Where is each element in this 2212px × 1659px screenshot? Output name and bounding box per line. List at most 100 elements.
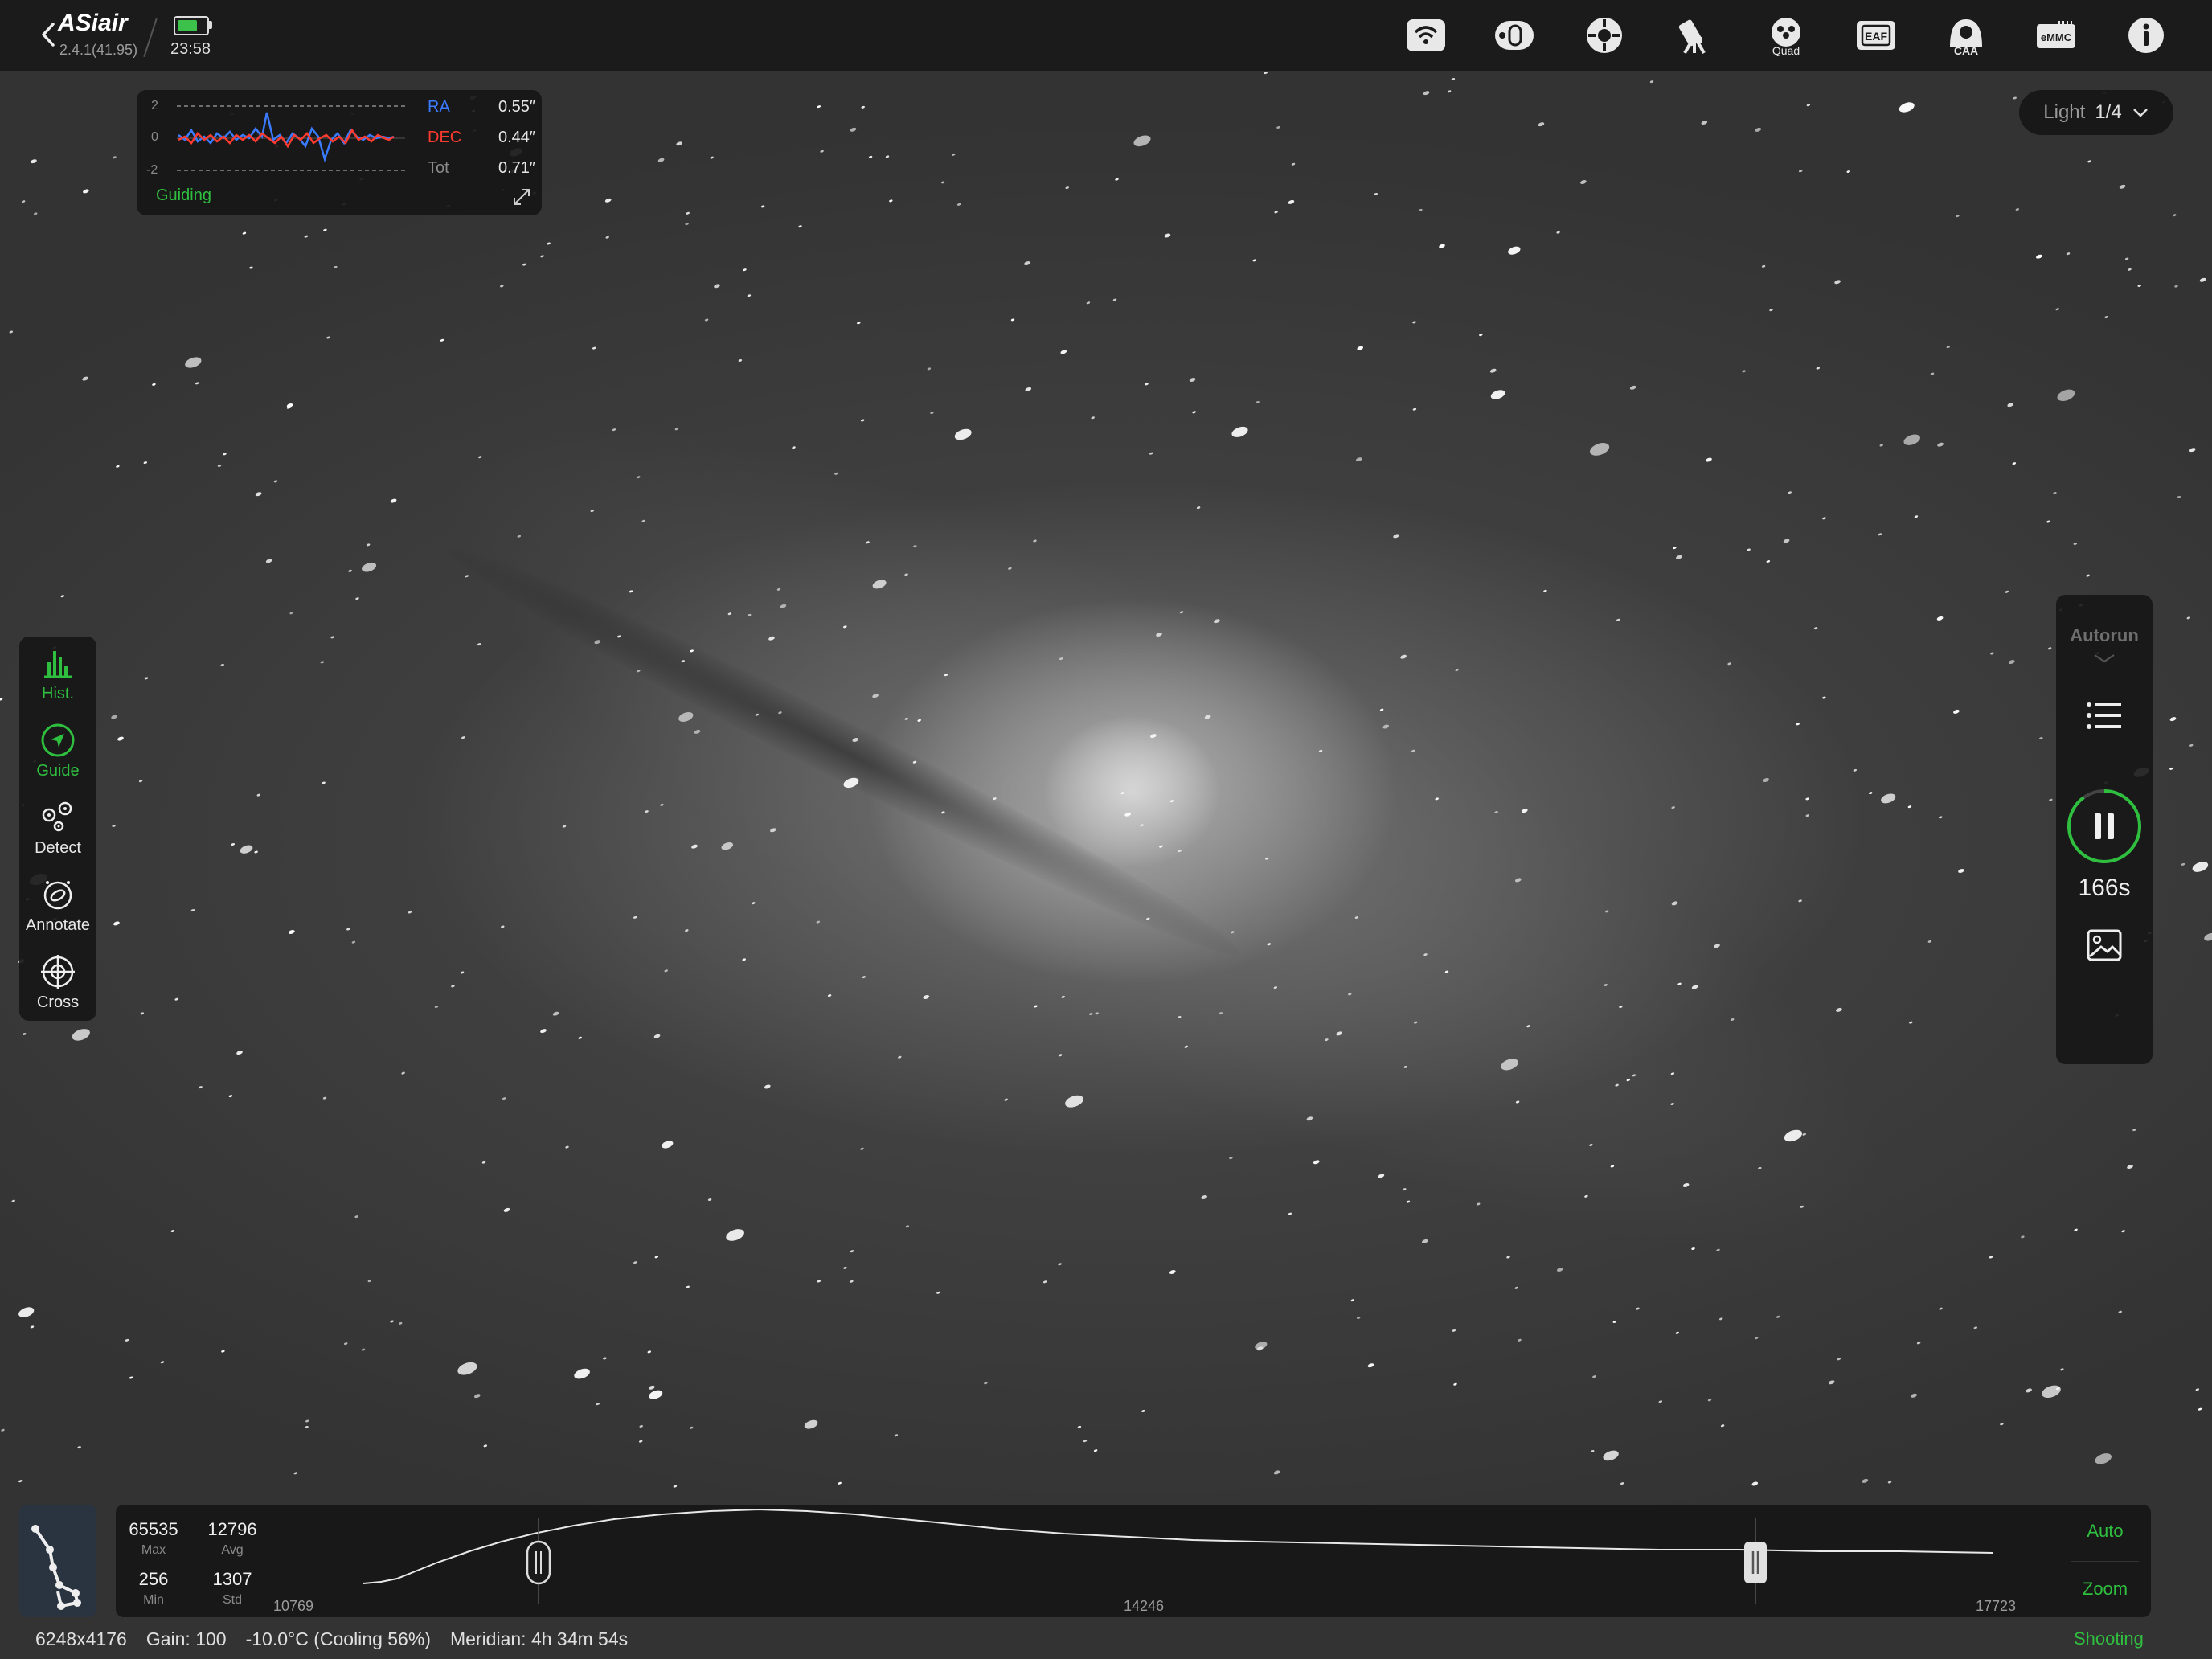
telescope-icon[interactable] <box>1673 14 1718 56</box>
star <box>60 595 65 598</box>
star <box>138 780 143 783</box>
star <box>1264 72 1268 75</box>
star <box>1763 778 1769 782</box>
wifi-icon[interactable] <box>1403 14 1448 56</box>
star <box>1800 1205 1804 1208</box>
star <box>1813 627 1818 630</box>
star <box>726 1229 744 1241</box>
star <box>685 223 689 226</box>
star <box>23 1033 27 1035</box>
pause-button[interactable] <box>2066 788 2143 865</box>
star <box>1629 385 1636 390</box>
star <box>1357 346 1364 350</box>
star <box>152 383 156 386</box>
star <box>2189 743 2194 747</box>
star <box>843 777 859 789</box>
star <box>348 569 352 572</box>
star <box>1769 309 1773 312</box>
star <box>1265 857 1269 860</box>
star <box>872 694 879 698</box>
expand-icon[interactable] <box>511 186 532 207</box>
star <box>747 294 752 297</box>
star <box>112 825 116 827</box>
quad-icon[interactable]: Quad <box>1763 14 1809 56</box>
emmc-icon[interactable]: eMMC <box>2034 14 2079 56</box>
info-icon[interactable] <box>2124 14 2169 56</box>
star <box>944 674 948 677</box>
filter-wheel-icon[interactable] <box>1492 14 1537 56</box>
star <box>1936 616 1944 621</box>
autorun-label[interactable]: Autorun <box>2056 625 2153 646</box>
star <box>562 825 567 828</box>
auto-stretch-button[interactable]: Auto <box>2058 1521 2152 1542</box>
star <box>664 969 668 973</box>
annotate-icon <box>43 881 72 910</box>
star <box>326 336 330 339</box>
guide-graph-panel[interactable]: 2 0 -2 RA 0.55″ DEC 0.44″ Tot 0.71″ Guid… <box>137 90 542 215</box>
left-tool-panel: Hist. Guide Detect Annotate Cross <box>19 637 96 1021</box>
star <box>904 573 908 576</box>
star <box>1508 246 1521 255</box>
tool-annotate[interactable]: Annotate <box>19 870 96 942</box>
star <box>1086 301 1091 305</box>
star <box>1379 708 1384 711</box>
constellation-button[interactable] <box>19 1505 96 1617</box>
star <box>1714 944 1720 948</box>
frame-type-select[interactable]: Light 1/4 <box>2019 90 2173 135</box>
star <box>1025 387 1032 391</box>
star <box>547 242 551 245</box>
app-version: 2.4.1(41.95) <box>59 42 138 58</box>
star <box>1059 657 1063 661</box>
star <box>1149 452 1153 455</box>
star <box>993 797 997 801</box>
star <box>1937 442 1944 447</box>
star <box>838 1481 842 1485</box>
star <box>2127 1165 2133 1169</box>
gallery-icon[interactable] <box>2085 928 2124 963</box>
star <box>954 428 972 440</box>
star <box>1543 589 1547 592</box>
star <box>217 465 222 467</box>
star <box>223 453 227 456</box>
mount-icon[interactable] <box>1582 14 1627 56</box>
tool-histogram-label: Hist. <box>42 685 74 703</box>
star <box>866 541 870 544</box>
star <box>674 428 679 431</box>
caa-icon[interactable]: CAA <box>1944 14 1989 56</box>
star <box>1822 517 1826 520</box>
chevron-down-icon[interactable] <box>2093 653 2116 664</box>
star <box>1354 916 1359 919</box>
star <box>574 1368 590 1379</box>
tool-detect[interactable]: Detect <box>19 793 96 865</box>
astro-image[interactable] <box>0 0 2212 1659</box>
star <box>1423 91 1430 96</box>
star <box>228 1095 233 1098</box>
tool-histogram[interactable]: Hist. <box>19 638 96 711</box>
star <box>764 1084 771 1089</box>
histogram-icon <box>44 651 72 678</box>
star <box>691 844 698 849</box>
star <box>927 367 932 371</box>
tool-cross[interactable]: Cross <box>19 947 96 1019</box>
star <box>2118 1310 2122 1313</box>
eaf-icon[interactable]: EAF <box>1854 14 1899 56</box>
tool-guide[interactable]: Guide <box>19 715 96 788</box>
star <box>293 1472 298 1475</box>
star <box>1313 1160 1320 1165</box>
back-chevron-icon[interactable] <box>39 21 58 48</box>
star <box>1169 1270 1176 1274</box>
star <box>1077 1425 1082 1428</box>
star <box>565 1145 569 1149</box>
star <box>1526 1025 1530 1028</box>
plan-list-icon[interactable] <box>2085 699 2124 731</box>
star <box>1727 662 1731 666</box>
zoom-button[interactable]: Zoom <box>2058 1579 2152 1600</box>
hist-tick-left: 10769 <box>273 1598 314 1614</box>
star <box>1115 178 1119 181</box>
star <box>1716 1248 1720 1251</box>
star <box>638 1440 643 1443</box>
star <box>590 510 595 513</box>
battery-nub <box>209 21 212 29</box>
star <box>1494 811 1498 813</box>
star <box>1798 899 1802 903</box>
